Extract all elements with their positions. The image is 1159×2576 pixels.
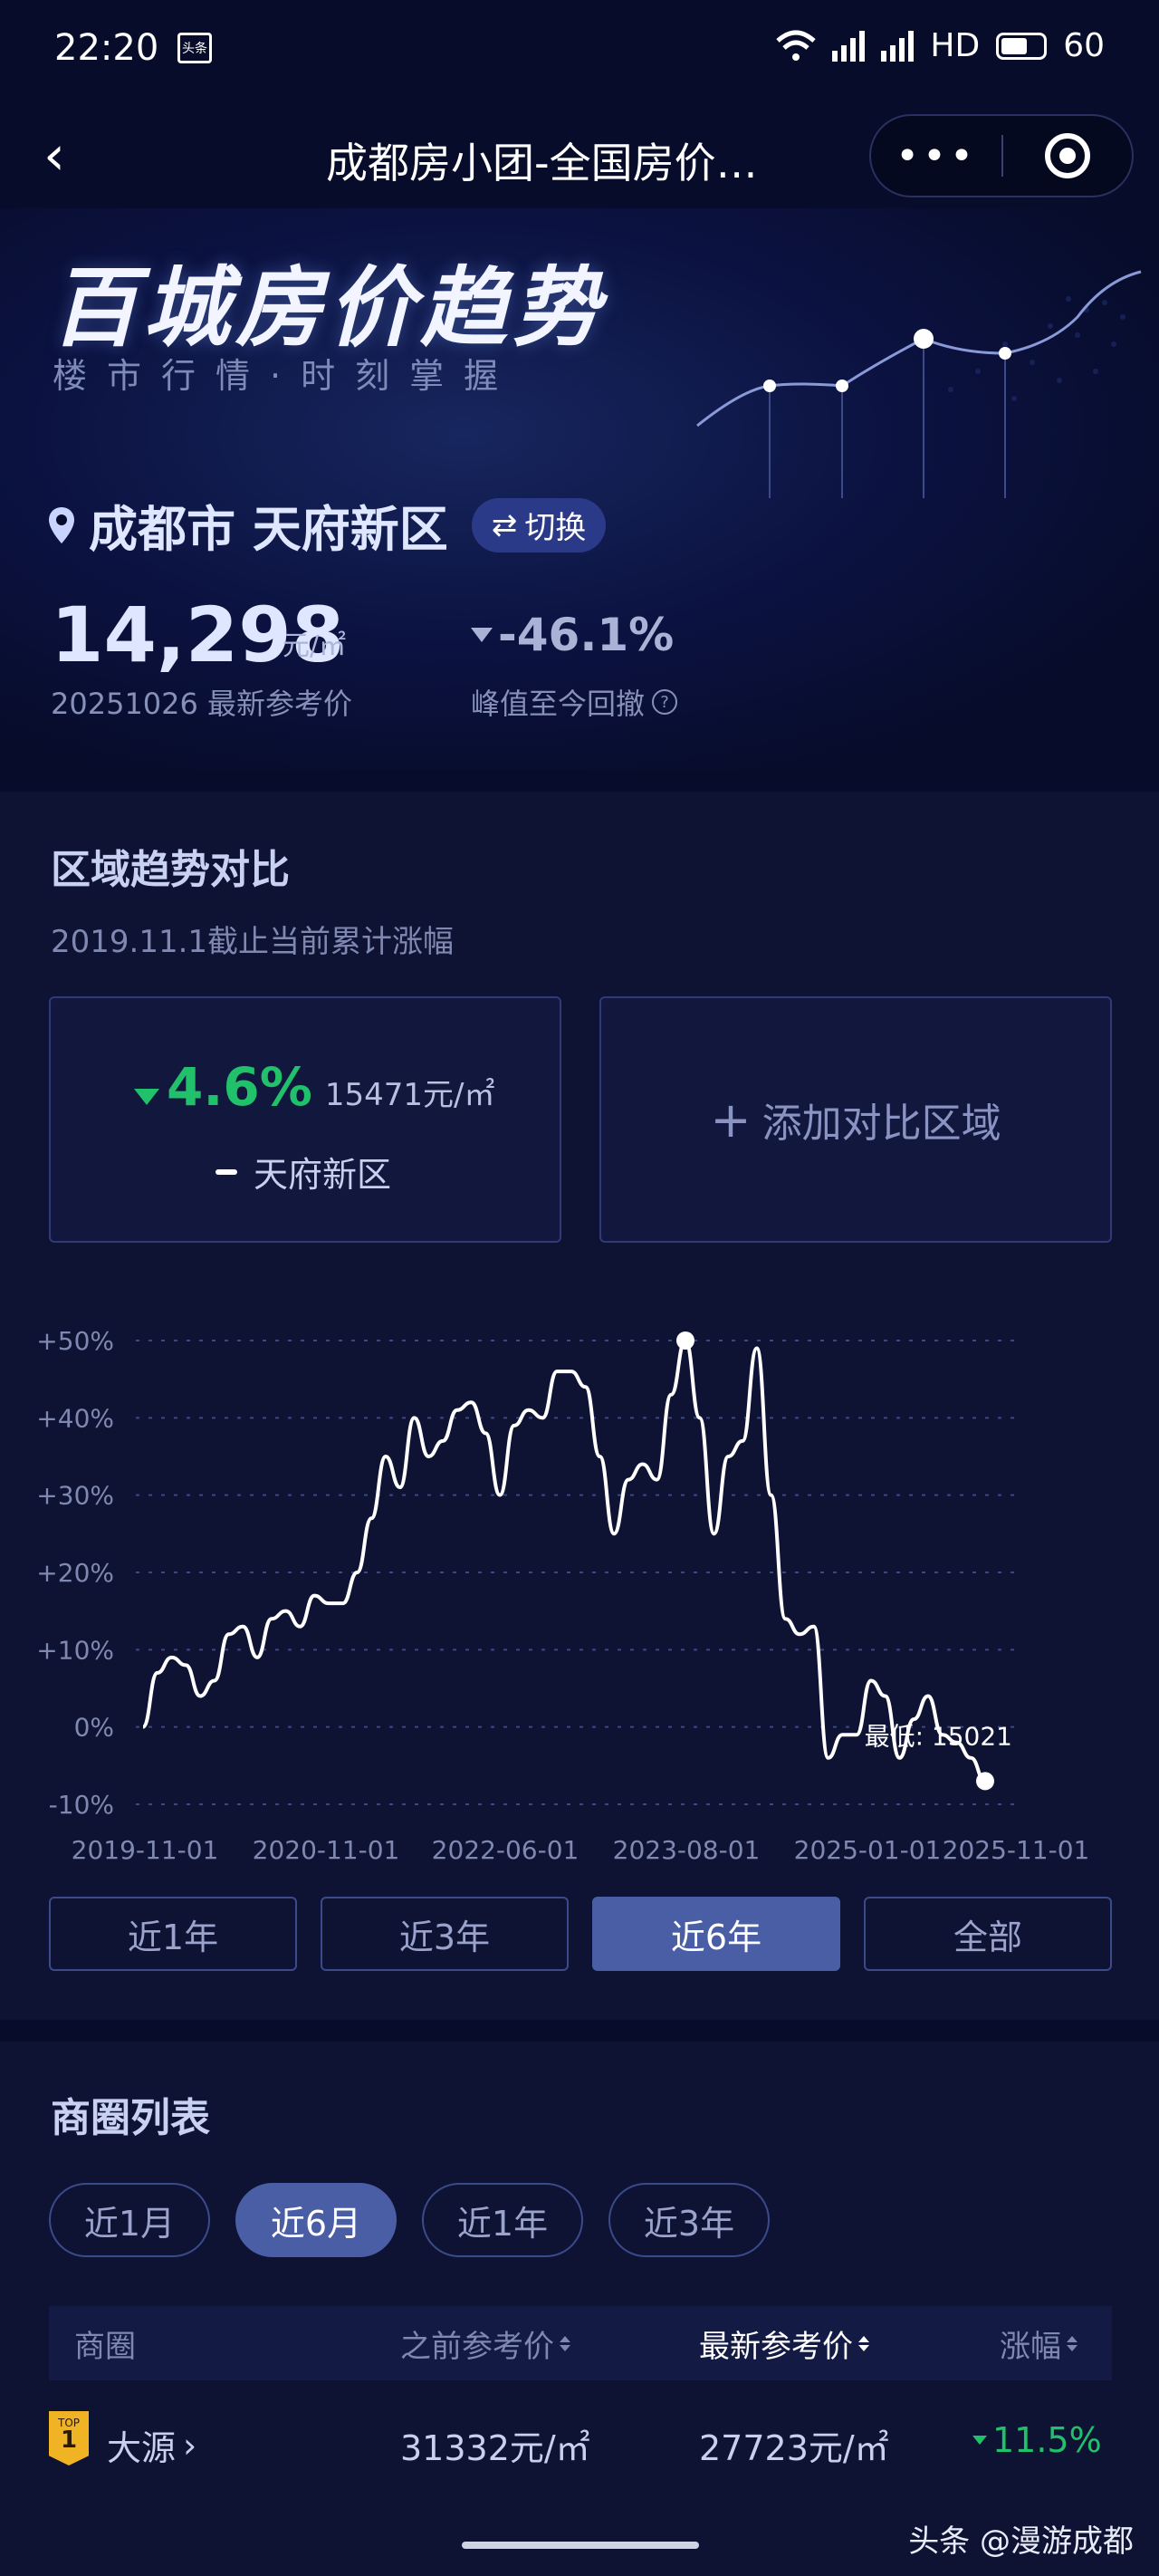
status-indicators: HD 60 (776, 27, 1105, 64)
peak-drawdown: -46.1% (471, 609, 674, 661)
legend-line-icon (216, 1168, 237, 1175)
district-card[interactable]: 4.6% 15471元/㎡ 天府新区 (49, 996, 561, 1243)
y-tick-label: +10% (36, 1635, 114, 1665)
sort-icon (858, 2335, 869, 2351)
period-6m-tab[interactable]: 近6月 (235, 2183, 397, 2257)
help-icon[interactable]: ? (652, 689, 678, 715)
circle-name-cell[interactable]: 大源 › (107, 2420, 196, 2470)
latest-price-cell: 27723元/㎡ (699, 2428, 889, 2468)
switch-location-button[interactable]: ⇄ 切换 (471, 497, 607, 553)
mini-program-capsule: ••• (869, 114, 1134, 197)
chart-x-ticks: 2019-11-01 2020-11-01 2022-06-01 2023-08-01… (72, 1835, 1090, 1865)
battery-icon (996, 32, 1048, 60)
chart-y-ticks: +50% +40% +30% +20% +10% 0% -10% (36, 1326, 114, 1820)
home-indicator[interactable] (462, 2542, 699, 2549)
y-tick-label: +40% (36, 1403, 114, 1433)
district-name: 天府新区 (254, 1155, 392, 1195)
range-1y-button[interactable]: 近1年 (49, 1897, 297, 1971)
down-triangle-icon (972, 2436, 987, 2445)
location-pin-icon (49, 506, 74, 543)
district-legend: 天府新区 (216, 1147, 391, 1197)
top-rank-badge: TOP 1 (49, 2411, 89, 2465)
district-change-pct: 4.6% (134, 1056, 312, 1118)
close-target-button[interactable] (1003, 133, 1132, 178)
period-3y-tab[interactable]: 近3年 (608, 2183, 770, 2257)
back-arrow-icon[interactable]: ‹ (43, 129, 65, 183)
y-tick-label: +30% (36, 1481, 114, 1511)
sort-icon (560, 2335, 570, 2351)
col-circle: 商圈 (74, 2328, 136, 2365)
series-line (141, 1338, 986, 1783)
x-tick-label: 2022-06-01 (432, 1835, 580, 1865)
price-date-label: 20251026 最新参考价 (51, 687, 353, 721)
y-tick-label: +50% (36, 1326, 114, 1356)
price-unit: 元/㎡ (283, 630, 347, 662)
district-price: 15471元/㎡ (324, 1077, 495, 1113)
hd-indicator: HD (930, 27, 981, 64)
swap-icon: ⇄ (491, 506, 518, 543)
banner-title: 百城房价趋势 (51, 257, 605, 359)
chart-points: 最低: 15021 (675, 1331, 1012, 1791)
switch-label: 切换 (524, 510, 587, 546)
section-subtitle-trend: 2019.11.1截止当前累计涨幅 (51, 924, 455, 960)
min-label: 最低: 15021 (865, 1721, 1012, 1751)
peak-point (675, 1331, 694, 1350)
x-tick-label: 2019-11-01 (72, 1835, 219, 1865)
watermark: 头条 @漫游成都 (908, 2523, 1134, 2560)
table-row[interactable]: TOP 1 大源 › 31332元/㎡ 27723元/㎡ 11.5% (49, 2404, 1112, 2485)
app-notification-icon: 头条 (177, 33, 212, 63)
target-icon (1044, 133, 1090, 178)
period-1y-tab[interactable]: 近1年 (422, 2183, 583, 2257)
section-title-circles: 商圈列表 (51, 2095, 210, 2141)
down-triangle-icon (134, 1089, 159, 1105)
range-3y-button[interactable]: 近3年 (321, 1897, 569, 1971)
down-triangle-icon (471, 628, 493, 642)
chevron-right-icon: › (183, 2425, 197, 2465)
table-header: 商圈 之前参考价 最新参考价 涨幅 (49, 2306, 1112, 2380)
status-time: 22:20 (54, 27, 159, 69)
location-row: 成都市 天府新区 ⇄ 切换 (47, 489, 607, 561)
y-tick-label: +20% (36, 1558, 114, 1588)
add-compare-button[interactable]: + 添加对比区域 (599, 996, 1112, 1243)
sort-icon (1067, 2335, 1078, 2351)
range-6y-button[interactable]: 近6年 (592, 1897, 840, 1971)
signal-icon (832, 30, 866, 62)
y-tick-label: 0% (74, 1713, 114, 1743)
col-latest-price[interactable]: 最新参考价 (699, 2321, 869, 2366)
circle-name: 大源 (107, 2428, 177, 2468)
change-cell: 11.5% (972, 2420, 1102, 2460)
banner-subtitle: 楼市行情·时刻掌握 (53, 356, 519, 396)
battery-level: 60 (1063, 27, 1105, 64)
plus-icon: + (710, 1091, 752, 1149)
period-1m-tab[interactable]: 近1月 (49, 2183, 210, 2257)
trend-chart[interactable]: +50% +40% +30% +20% +10% 0% -10% 2019-11-01 202… (27, 1268, 1141, 1884)
x-tick-label: 2025-11-01 (943, 1835, 1090, 1865)
drawdown-label: 峰值至今回撤 (471, 687, 646, 721)
section-title-trend: 区域趋势对比 (51, 847, 290, 893)
banner-trend-illustration (696, 270, 1142, 498)
status-bar: 22:20 头条 HD 60 (0, 0, 1159, 100)
range-all-button[interactable]: 全部 (864, 1897, 1112, 1971)
prev-price-cell: 31332元/㎡ (400, 2428, 590, 2468)
min-point (976, 1772, 994, 1791)
page-title: 成都房小团-全国房价… (326, 139, 758, 187)
x-tick-label: 2023-08-01 (613, 1835, 761, 1865)
district-change: 4.6% 15471元/㎡ (134, 1056, 494, 1118)
add-compare-label: 添加对比区域 (761, 1101, 1001, 1147)
wifi-icon (776, 30, 817, 61)
col-change[interactable]: 涨幅 (1000, 2321, 1078, 2366)
col-prev-price[interactable]: 之前参考价 (400, 2321, 570, 2366)
signal-icon-2 (881, 30, 915, 62)
drawdown-value: -46.1% (498, 609, 675, 661)
x-tick-label: 2025-01-01 (794, 1835, 942, 1865)
more-dots-icon[interactable]: ••• (871, 133, 1001, 179)
drawdown-label-row: 峰值至今回撤 ? (471, 681, 678, 723)
x-tick-label: 2020-11-01 (253, 1835, 400, 1865)
y-tick-label: -10% (49, 1790, 114, 1820)
location-name: 成都市 天府新区 (89, 501, 448, 558)
